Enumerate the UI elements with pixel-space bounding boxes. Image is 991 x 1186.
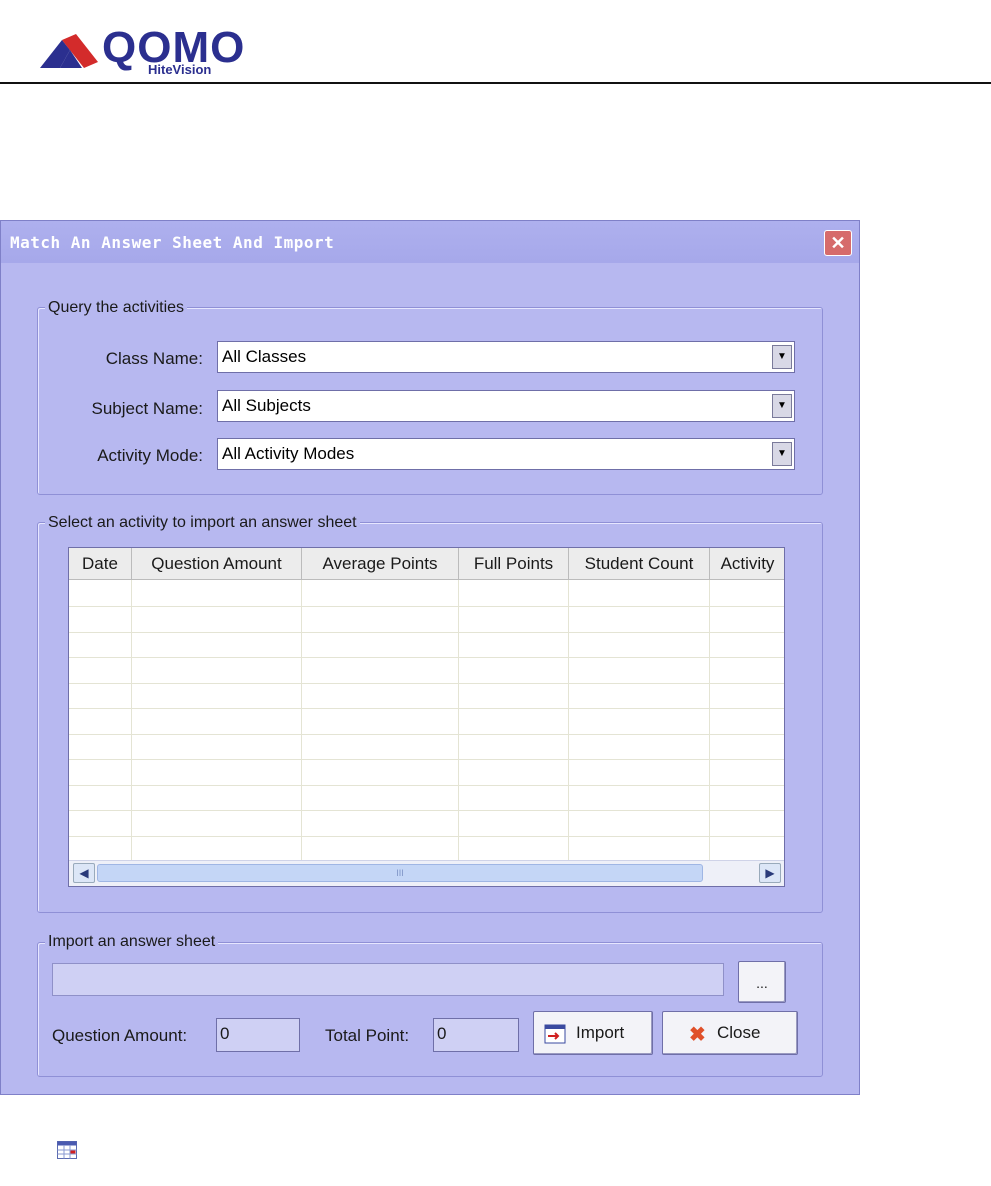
table-icon: [57, 1141, 77, 1159]
activities-table[interactable]: Date Question Amount Average Points Full…: [68, 547, 785, 887]
column-header-date[interactable]: Date: [69, 548, 132, 580]
class-name-label: Class Name:: [105, 349, 203, 368]
answer-sheet-path-field[interactable]: [52, 963, 724, 996]
activity-mode-value: All Activity Modes: [222, 444, 355, 463]
query-group-label: Query the activities: [45, 299, 188, 317]
horizontal-scrollbar[interactable]: ◀ III ▶: [69, 860, 784, 886]
grid-line: [69, 657, 784, 658]
chevron-down-icon[interactable]: ▼: [772, 345, 792, 369]
activity-mode-label: Activity Mode:: [97, 446, 203, 465]
grid-line: [69, 632, 784, 633]
browse-button[interactable]: ...: [738, 961, 786, 1003]
subject-name-value: All Subjects: [222, 396, 311, 415]
subject-name-select[interactable]: All Subjects ▼: [217, 390, 795, 422]
grid-line: [458, 580, 459, 862]
scroll-grip: III: [396, 868, 404, 878]
grid-line: [69, 708, 784, 709]
column-header-average-points[interactable]: Average Points: [302, 548, 459, 580]
close-icon[interactable]: ✕: [824, 230, 852, 256]
activity-mode-select[interactable]: All Activity Modes ▼: [217, 438, 795, 470]
class-name-value: All Classes: [222, 347, 307, 366]
column-header-question-amount[interactable]: Question Amount: [132, 548, 302, 580]
close-button-label: Close: [717, 1023, 761, 1042]
grid-line: [301, 580, 302, 862]
class-name-select[interactable]: All Classes ▼: [217, 341, 795, 373]
column-header-activity[interactable]: Activity: [710, 548, 784, 580]
import-group-label: Import an answer sheet: [45, 933, 219, 951]
close-button[interactable]: ✖ Close: [662, 1011, 798, 1055]
grid-line: [69, 734, 784, 735]
grid-line: [69, 759, 784, 760]
grid-line: [69, 606, 784, 607]
logo-mark-icon: [40, 34, 98, 68]
match-import-dialog: Match An Answer Sheet And Import ✕ Query…: [0, 220, 860, 1095]
column-header-student-count[interactable]: Student Count: [569, 548, 710, 580]
import-icon: [544, 1024, 566, 1044]
grid-line: [69, 810, 784, 811]
chevron-down-icon[interactable]: ▼: [772, 442, 792, 466]
dialog-titlebar[interactable]: Match An Answer Sheet And Import ✕: [1, 221, 859, 263]
grid-line: [69, 785, 784, 786]
brand-subtitle: HiteVision: [148, 62, 212, 77]
total-point-label: Total Point:: [325, 1026, 410, 1045]
import-button[interactable]: Import: [533, 1011, 653, 1055]
total-point-field: 0: [433, 1018, 519, 1052]
question-amount-field: 0: [216, 1018, 300, 1052]
subject-name-label: Subject Name:: [91, 399, 204, 418]
chevron-down-icon[interactable]: ▼: [772, 394, 792, 418]
dialog-title: Match An Answer Sheet And Import: [10, 233, 335, 252]
grid-line: [69, 836, 784, 837]
grid-line: [568, 580, 569, 862]
column-header-full-points[interactable]: Full Points: [459, 548, 569, 580]
cross-icon: ✖: [689, 1024, 706, 1046]
select-activity-group-label: Select an activity to import an answer s…: [45, 514, 360, 532]
scrollbar-thumb[interactable]: III: [97, 864, 703, 882]
import-button-label: Import: [576, 1023, 625, 1042]
header-divider: [0, 82, 991, 84]
grid-line: [69, 683, 784, 684]
scroll-left-icon[interactable]: ◀: [73, 863, 95, 883]
scroll-right-icon[interactable]: ▶: [759, 863, 781, 883]
qomo-logo: QOMO HiteVision: [40, 26, 280, 77]
grid-line: [131, 580, 132, 862]
grid-line: [709, 580, 710, 862]
question-amount-label: Question Amount:: [52, 1026, 188, 1045]
